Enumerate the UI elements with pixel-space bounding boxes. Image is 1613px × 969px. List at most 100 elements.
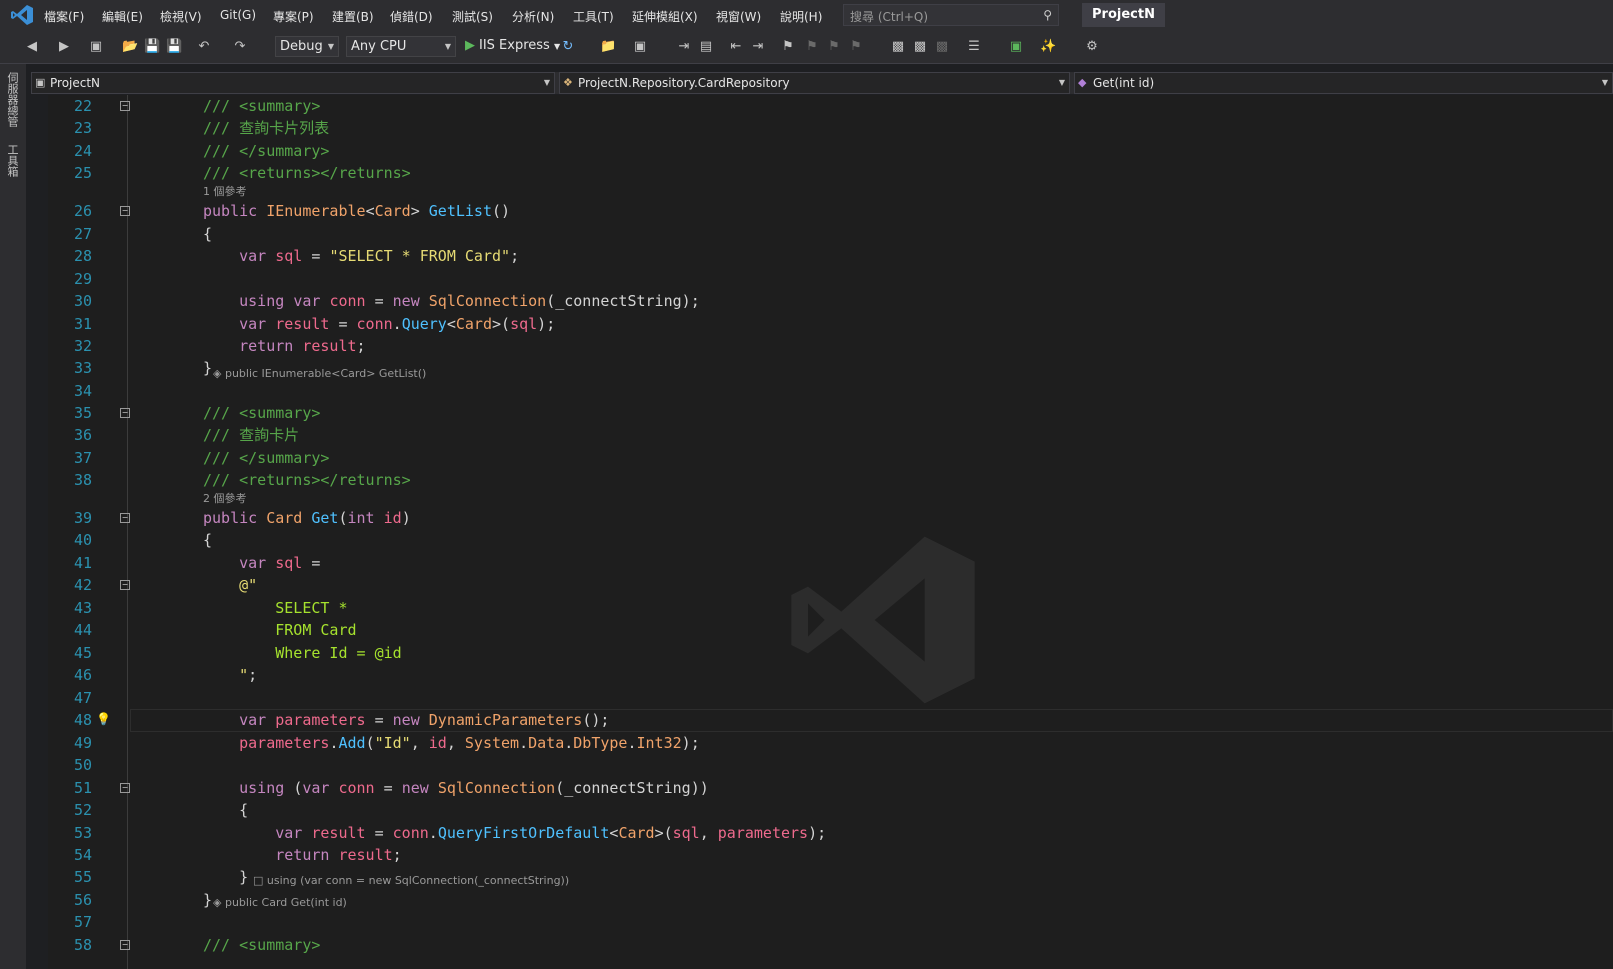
code-line[interactable]: 48 💡 var parameters = new DynamicParamete… [48,709,1613,732]
list-icon[interactable]: ☰ [966,39,982,55]
solution-platform-select[interactable]: Any CPU ▼ [346,36,456,57]
menu-git[interactable]: Git(G) [220,8,256,22]
code-line[interactable]: 37 /// </summary> [48,447,1613,470]
code-line[interactable]: 50 [48,754,1613,777]
solution-configuration-select[interactable]: Debug ▼ [275,36,339,57]
code-line[interactable]: 28 var sql = "SELECT * FROM Card"; [48,245,1613,268]
code-line[interactable]: 40 { [48,529,1613,552]
redo-icon[interactable]: ↷ [232,39,248,55]
navigate-forward-icon[interactable]: ▶ [56,39,72,55]
code-line[interactable]: 42 − @" [48,574,1613,597]
save-all-icon[interactable]: 💾 [166,39,182,55]
collapse-icon[interactable]: − [120,513,130,523]
code-line[interactable]: 25 /// <returns></returns> [48,162,1613,185]
menu-test[interactable]: 測試(S) [452,8,493,25]
code-line[interactable]: 34 [48,380,1613,403]
collapse-icon[interactable]: − [120,783,130,793]
codelens-references[interactable]: 1 個參考 [203,183,247,199]
hex-display-icon[interactable]: ▤ [698,39,714,55]
code-line[interactable]: 36 /// 查詢卡片 [48,424,1613,447]
code-line[interactable]: 46 "; [48,664,1613,687]
project-dropdown[interactable]: ▣ ProjectN ▼ [31,72,555,94]
start-debugging-button[interactable]: ▶ IIS Express ▼ [465,38,560,53]
bookmark-icon[interactable]: ⚑ [780,39,796,55]
clear-bookmarks-icon[interactable]: ⚑ [848,39,864,55]
line-number: 57 [73,913,92,931]
lightbulb-icon[interactable]: 💡 [96,712,111,726]
search-input[interactable]: 搜尋 (Ctrl+Q) ⚲ [843,4,1059,26]
menu-view[interactable]: 檢視(V) [160,8,202,25]
code-text: /// <summary> [203,404,321,422]
save-icon[interactable]: 💾 [144,39,160,55]
cloud-icon[interactable]: ▩ [934,39,950,55]
code-line[interactable]: 35 − /// <summary> [48,402,1613,425]
navigate-back-icon[interactable]: ◀ [24,39,40,55]
menu-analyze[interactable]: 分析(N) [512,8,554,25]
collapse-icon[interactable]: − [120,206,130,216]
code-line[interactable]: 47 [48,687,1613,710]
code-line[interactable]: 32 return result; [48,335,1613,358]
outdent-icon[interactable]: ⇤ [728,39,744,55]
menu-file[interactable]: 檔案(F) [44,8,84,25]
collapse-icon[interactable]: − [120,101,130,111]
structure-hint[interactable]: ◈ public Card Get(int id) [213,896,347,909]
code-line[interactable]: 58 − /// <summary> [48,934,1613,957]
publish-icon[interactable]: ▩ [890,39,906,55]
structure-hint[interactable]: □ using (var conn = new SqlConnection(_c… [253,874,569,887]
code-editor[interactable]: 22 − /// <summary> 23 /// 查詢卡片列表 24 /// </summ… [48,95,1613,969]
menu-project[interactable]: 專案(P) [273,8,314,25]
code-line[interactable]: 26 − public IEnumerable<Card> GetList() [48,200,1613,223]
code-line[interactable]: 38 /// <returns></returns> [48,469,1613,492]
class-dropdown[interactable]: ❖ ProjectN.Repository.CardRepository ▼ [559,72,1070,94]
visual-studio-logo-icon[interactable] [10,4,34,26]
code-line[interactable]: 43 SELECT * [48,597,1613,620]
menu-window[interactable]: 視窗(W) [716,8,761,25]
line-number: 43 [73,599,92,617]
browser-link-icon[interactable]: ▣ [632,39,648,55]
codelens-references[interactable]: 2 個參考 [203,490,247,506]
code-line[interactable]: 31 var result = conn.Query<Card>(sql); [48,313,1613,336]
toolbox-tab[interactable]: 工具箱 [6,144,20,184]
code-line[interactable]: 53 var result = conn.QueryFirstOrDefault… [48,822,1613,845]
collapse-icon[interactable]: − [120,580,130,590]
code-line[interactable]: 51 − using (var conn = new SqlConnection(… [48,777,1613,800]
menu-edit[interactable]: 編輯(E) [102,8,143,25]
step-icon[interactable]: ⇥ [676,39,692,55]
code-line[interactable]: 45 Where Id = @id [48,642,1613,665]
code-line[interactable]: 57 [48,911,1613,934]
code-line[interactable]: 24 /// </summary> [48,140,1613,163]
collapse-icon[interactable]: − [120,408,130,418]
code-line[interactable]: 27 { [48,223,1613,246]
prev-bookmark-icon[interactable]: ⚑ [804,39,820,55]
menu-debug[interactable]: 偵錯(D) [390,8,433,25]
open-file-icon[interactable]: 📂 [122,39,138,55]
code-line[interactable]: 41 var sql = [48,552,1613,575]
code-line[interactable]: 23 /// 查詢卡片列表 [48,117,1613,140]
refresh-icon[interactable]: ↻ [560,39,576,55]
next-bookmark-icon[interactable]: ⚑ [826,39,842,55]
browse-folder-icon[interactable]: 📁 [600,39,616,55]
menu-help[interactable]: 說明(H) [780,8,822,25]
server-explorer-tab[interactable]: 伺服器總管 [6,72,20,132]
code-line[interactable]: 44 FROM Card [48,619,1613,642]
code-line[interactable]: 54 return result; [48,844,1613,867]
indent-icon[interactable]: ⇥ [750,39,766,55]
code-line[interactable]: 29 [48,268,1613,291]
code-line[interactable]: 22 − /// <summary> [48,95,1613,118]
menu-build[interactable]: 建置(B) [332,8,374,25]
code-line[interactable]: 49 parameters.Add("Id", id, System.Data.… [48,732,1613,755]
menu-tools[interactable]: 工具(T) [573,8,614,25]
gear-icon[interactable]: ⚙ [1084,39,1100,55]
deploy-icon[interactable]: ▩ [912,39,928,55]
menu-extensions[interactable]: 延伸模組(X) [632,8,698,25]
code-line[interactable]: 39 − public Card Get(int id) [48,507,1613,530]
member-dropdown[interactable]: ◆ Get(int id) ▼ [1074,72,1613,94]
undo-icon[interactable]: ↶ [196,39,212,55]
live-share-icon[interactable]: ✨ [1040,39,1056,55]
code-line[interactable]: 30 using var conn = new SqlConnection(_c… [48,290,1613,313]
collapse-icon[interactable]: − [120,940,130,950]
code-line[interactable]: 52 { [48,799,1613,822]
structure-hint[interactable]: ◈ public IEnumerable<Card> GetList() [213,367,426,380]
new-project-icon[interactable]: ▣ [88,39,104,55]
extension-icon[interactable]: ▣ [1008,39,1024,55]
